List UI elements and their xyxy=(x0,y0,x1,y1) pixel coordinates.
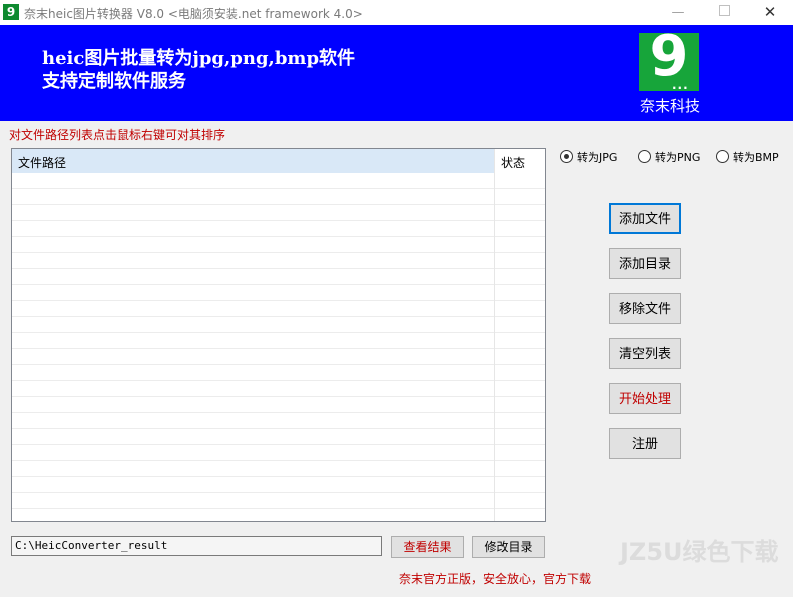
radio-png-label[interactable]: 转为PNG xyxy=(655,149,700,165)
header-banner: heic图片批量转为jpg,png,bmp软件 支持定制软件服务 9 ... 奈… xyxy=(0,24,793,121)
column-header-status-label: 状态 xyxy=(501,156,526,170)
radio-jpg-indicator[interactable] xyxy=(560,150,573,163)
output-path-field[interactable]: C:\HeicConverter_result xyxy=(11,536,382,556)
footer-notice: 奈末官方正版，安全放心，官方下载 xyxy=(399,572,592,586)
change-directory-button[interactable]: 修改目录 xyxy=(472,536,545,558)
radio-bmp-label[interactable]: 转为BMP xyxy=(733,149,779,165)
add-directory-button[interactable]: 添加目录 xyxy=(609,248,681,279)
radio-bmp-indicator[interactable] xyxy=(716,150,729,163)
remove-file-button[interactable]: 移除文件 xyxy=(609,293,681,324)
close-button[interactable]: ✕ xyxy=(747,0,793,25)
maximize-button[interactable] xyxy=(701,0,747,25)
column-header-path-label: 文件路径 xyxy=(18,156,67,170)
radio-png-indicator[interactable] xyxy=(638,150,651,163)
app-icon: 9 xyxy=(3,4,19,20)
clear-list-button[interactable]: 清空列表 xyxy=(609,338,681,369)
file-list[interactable]: 文件路径 状态 xyxy=(11,148,546,522)
column-header-path[interactable]: 文件路径 xyxy=(12,149,494,173)
maximize-icon xyxy=(718,5,730,16)
window-title: 奈末heic图片转换器 V8.0 <电脑须安装.net framework 4.… xyxy=(24,7,363,21)
sort-hint: 对文件路径列表点击鼠标右键可对其排序 xyxy=(9,128,226,142)
file-list-header: 文件路径 状态 xyxy=(12,149,545,173)
register-button[interactable]: 注册 xyxy=(609,428,681,459)
radio-jpg-label[interactable]: 转为JPG xyxy=(577,149,617,165)
site-watermark: JZ5U绿色下载 xyxy=(620,538,779,566)
column-header-status[interactable]: 状态 xyxy=(495,149,545,173)
column-divider xyxy=(494,149,495,521)
start-processing-button[interactable]: 开始处理 xyxy=(609,383,681,414)
view-result-button[interactable]: 查看结果 xyxy=(391,536,464,558)
minimize-button[interactable]: — xyxy=(655,0,701,25)
logo-dots: ... xyxy=(672,78,689,92)
title-bar: 9 奈末heic图片转换器 V8.0 <电脑须安装.net framework … xyxy=(0,0,793,25)
logo-nine-glyph: 9 xyxy=(649,24,689,89)
add-file-button[interactable]: 添加文件 xyxy=(609,203,681,234)
company-logo: 9 ... xyxy=(639,24,699,92)
company-name: 奈末科技 xyxy=(639,97,700,115)
file-list-rows[interactable] xyxy=(12,173,545,521)
banner-subline: 支持定制软件服务 xyxy=(42,71,186,92)
